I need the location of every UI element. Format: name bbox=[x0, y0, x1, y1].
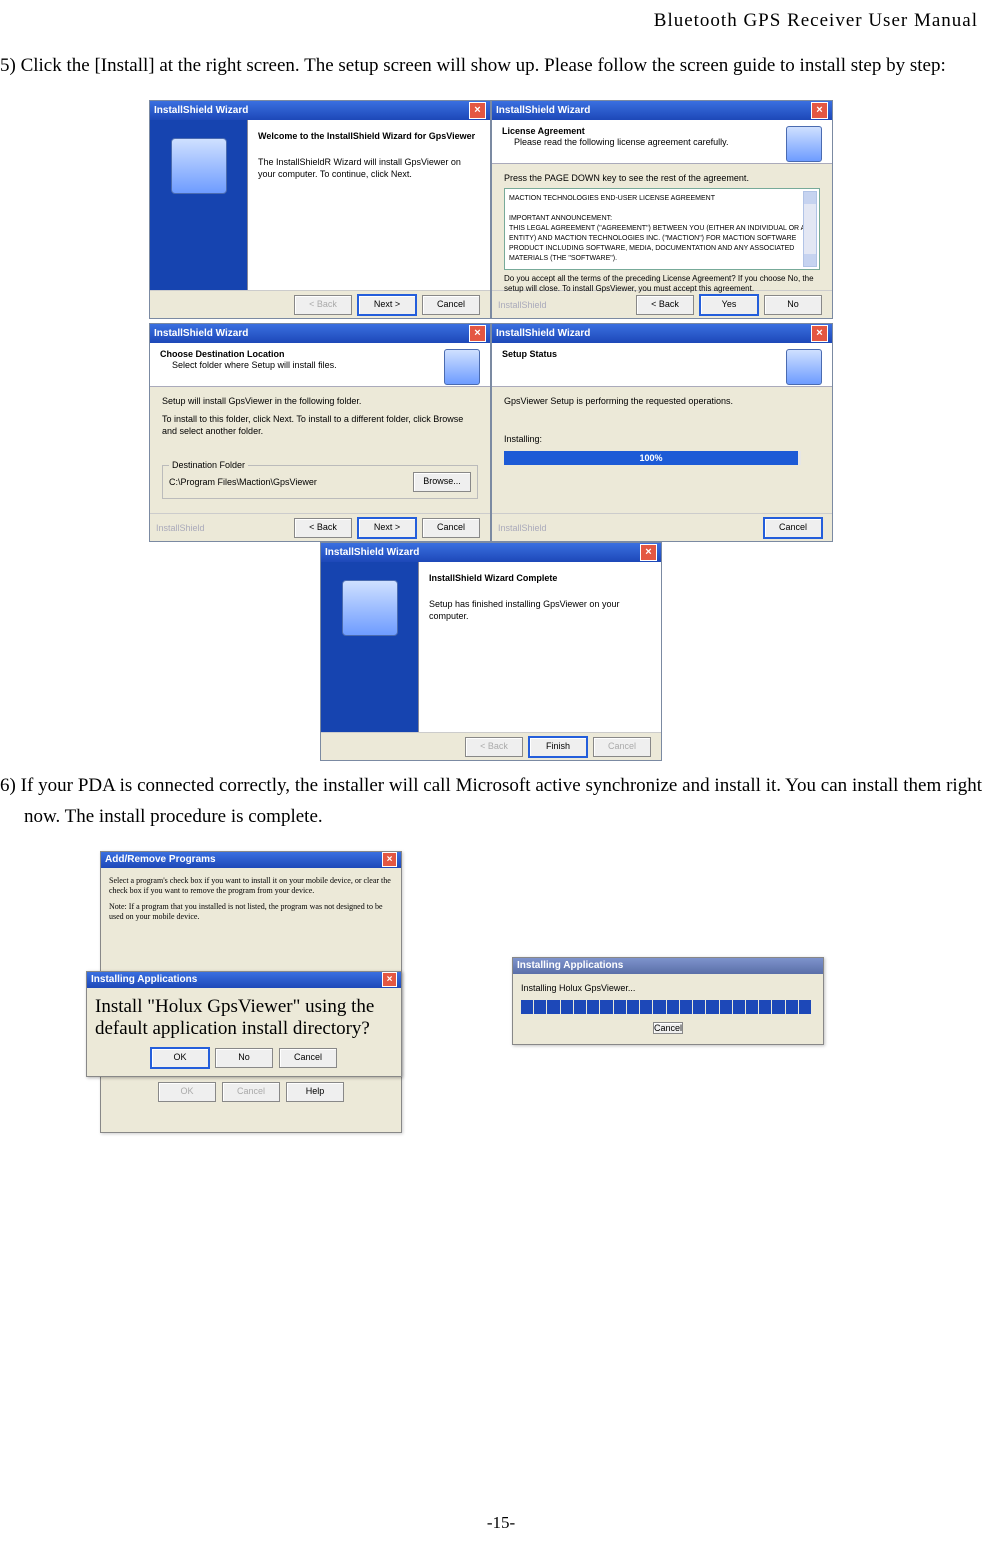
complete-heading: InstallShield Wizard Complete bbox=[429, 572, 651, 584]
wizard-titlebar: InstallShield Wizard × bbox=[150, 324, 490, 343]
cancel-button[interactable]: Cancel bbox=[764, 518, 822, 538]
page-header-title: Bluetooth GPS Receiver User Manual bbox=[0, 10, 982, 32]
wizard-side-panel bbox=[150, 120, 248, 290]
cancel-button: Cancel bbox=[593, 737, 651, 757]
scrollbar-icon[interactable] bbox=[803, 191, 817, 267]
dest-path: C:\Program Files\Maction\GpsViewer bbox=[169, 476, 317, 488]
close-icon[interactable]: × bbox=[382, 852, 397, 867]
wizard-titlebar: InstallShield Wizard × bbox=[150, 101, 490, 120]
dest-line1: Setup will install GpsViewer in the foll… bbox=[162, 395, 478, 407]
back-button[interactable]: < Back bbox=[636, 295, 694, 315]
back-button: < Back bbox=[465, 737, 523, 757]
license-hint: Press the PAGE DOWN key to see the rest … bbox=[504, 172, 820, 184]
status-heading: Setup Status bbox=[502, 349, 557, 360]
cancel-button[interactable]: Cancel bbox=[422, 518, 480, 538]
welcome-heading: Welcome to the InstallShield Wizard for … bbox=[258, 130, 480, 142]
back-button[interactable]: < Back bbox=[294, 518, 352, 538]
ok-button[interactable]: OK bbox=[151, 1048, 209, 1068]
next-button[interactable]: Next > bbox=[358, 518, 416, 538]
dest-group-legend: Destination Folder bbox=[169, 459, 248, 471]
complete-body: Setup has finished installing GpsViewer … bbox=[429, 598, 651, 622]
wizard-license-shot: InstallShield Wizard × License Agreement… bbox=[491, 100, 833, 319]
installing-apps-title: Installing Applications bbox=[91, 972, 197, 988]
wizard-status-shot: InstallShield Wizard × Setup Status GpsV… bbox=[491, 323, 833, 542]
installing-progress-dialog: Installing Applications Installing Holux… bbox=[512, 957, 824, 1045]
footer-label: InstallShield bbox=[492, 300, 547, 310]
close-icon[interactable]: × bbox=[640, 544, 657, 561]
box-icon bbox=[786, 349, 822, 385]
ok-button: OK bbox=[158, 1082, 216, 1102]
arp-line2: Note: If a program that you installed is… bbox=[109, 902, 393, 922]
page-number: -15- bbox=[0, 1513, 1002, 1533]
no-button[interactable]: No bbox=[215, 1048, 273, 1068]
wizard-title-text: InstallShield Wizard bbox=[496, 101, 590, 120]
destination-heading: Choose Destination Location bbox=[160, 349, 337, 360]
browse-button[interactable]: Browse... bbox=[413, 472, 471, 492]
wizard-titlebar: InstallShield Wizard × bbox=[492, 324, 832, 343]
dest-line2: To install to this folder, click Next. T… bbox=[162, 413, 478, 437]
wizard-side-panel bbox=[321, 562, 419, 732]
cancel-button[interactable]: Cancel bbox=[279, 1048, 337, 1068]
arp-line1: Select a program's check box if you want… bbox=[109, 876, 393, 896]
box-icon bbox=[342, 580, 398, 636]
help-button[interactable]: Help bbox=[286, 1082, 344, 1102]
welcome-body-text: The InstallShieldR Wizard will install G… bbox=[258, 156, 480, 180]
cancel-button[interactable]: Cancel bbox=[653, 1022, 683, 1034]
wizard-title-text: InstallShield Wizard bbox=[154, 324, 248, 343]
progress-fill: 100% bbox=[504, 451, 798, 465]
eula-textbox[interactable]: MACTION TECHNOLOGIES END-USER LICENSE AG… bbox=[504, 188, 820, 270]
box-icon bbox=[786, 126, 822, 162]
destination-subtext: Select folder where Setup will install f… bbox=[160, 360, 337, 371]
installing-apps-title: Installing Applications bbox=[517, 958, 623, 974]
no-button[interactable]: No bbox=[764, 295, 822, 315]
wizard-title-text: InstallShield Wizard bbox=[325, 543, 419, 562]
close-icon[interactable]: × bbox=[811, 102, 828, 119]
next-button[interactable]: Next > bbox=[358, 295, 416, 315]
footer-label: InstallShield bbox=[492, 523, 547, 533]
wizard-complete-shot: InstallShield Wizard × InstallShield Wiz… bbox=[320, 542, 662, 761]
cancel-button: Cancel bbox=[222, 1082, 280, 1102]
eula-text: MACTION TECHNOLOGIES END-USER LICENSE AG… bbox=[509, 195, 810, 270]
close-icon[interactable]: × bbox=[382, 972, 397, 987]
step-5-text: 5) Click the [Install] at the right scre… bbox=[0, 51, 982, 81]
back-button: < Back bbox=[294, 295, 352, 315]
footer-label: InstallShield bbox=[150, 523, 205, 533]
wizard-title-text: InstallShield Wizard bbox=[154, 101, 248, 120]
add-remove-stack: Add/Remove Programs × Select a program's… bbox=[100, 851, 402, 1151]
wizard-title-text: InstallShield Wizard bbox=[496, 324, 590, 343]
arp-title: Add/Remove Programs bbox=[105, 852, 216, 868]
status-line1: GpsViewer Setup is performing the reques… bbox=[504, 395, 820, 407]
yes-button[interactable]: Yes bbox=[700, 295, 758, 315]
wizard-titlebar: InstallShield Wizard × bbox=[492, 101, 832, 120]
box-icon bbox=[171, 138, 227, 194]
wizard-destination-shot: InstallShield Wizard × Choose Destinatio… bbox=[149, 323, 491, 542]
close-icon[interactable]: × bbox=[811, 325, 828, 342]
install-question: Install "Holux GpsViewer" using the defa… bbox=[95, 996, 393, 1040]
segmented-progress-bar bbox=[521, 1000, 811, 1014]
cancel-button[interactable]: Cancel bbox=[422, 295, 480, 315]
wizard-welcome-shot: InstallShield Wizard × Welcome to the In… bbox=[149, 100, 491, 319]
status-line2: Installing: bbox=[504, 433, 820, 445]
close-icon[interactable]: × bbox=[469, 325, 486, 342]
progress-bar: 100% bbox=[504, 451, 801, 465]
license-subtext: Please read the following license agreem… bbox=[502, 137, 728, 148]
installing-text: Installing Holux GpsViewer... bbox=[521, 982, 815, 994]
close-icon[interactable]: × bbox=[469, 102, 486, 119]
box-icon bbox=[444, 349, 480, 385]
finish-button[interactable]: Finish bbox=[529, 737, 587, 757]
license-heading: License Agreement bbox=[502, 126, 728, 137]
step-6-text: 6) If your PDA is connected correctly, t… bbox=[0, 771, 982, 832]
wizard-titlebar: InstallShield Wizard × bbox=[321, 543, 661, 562]
